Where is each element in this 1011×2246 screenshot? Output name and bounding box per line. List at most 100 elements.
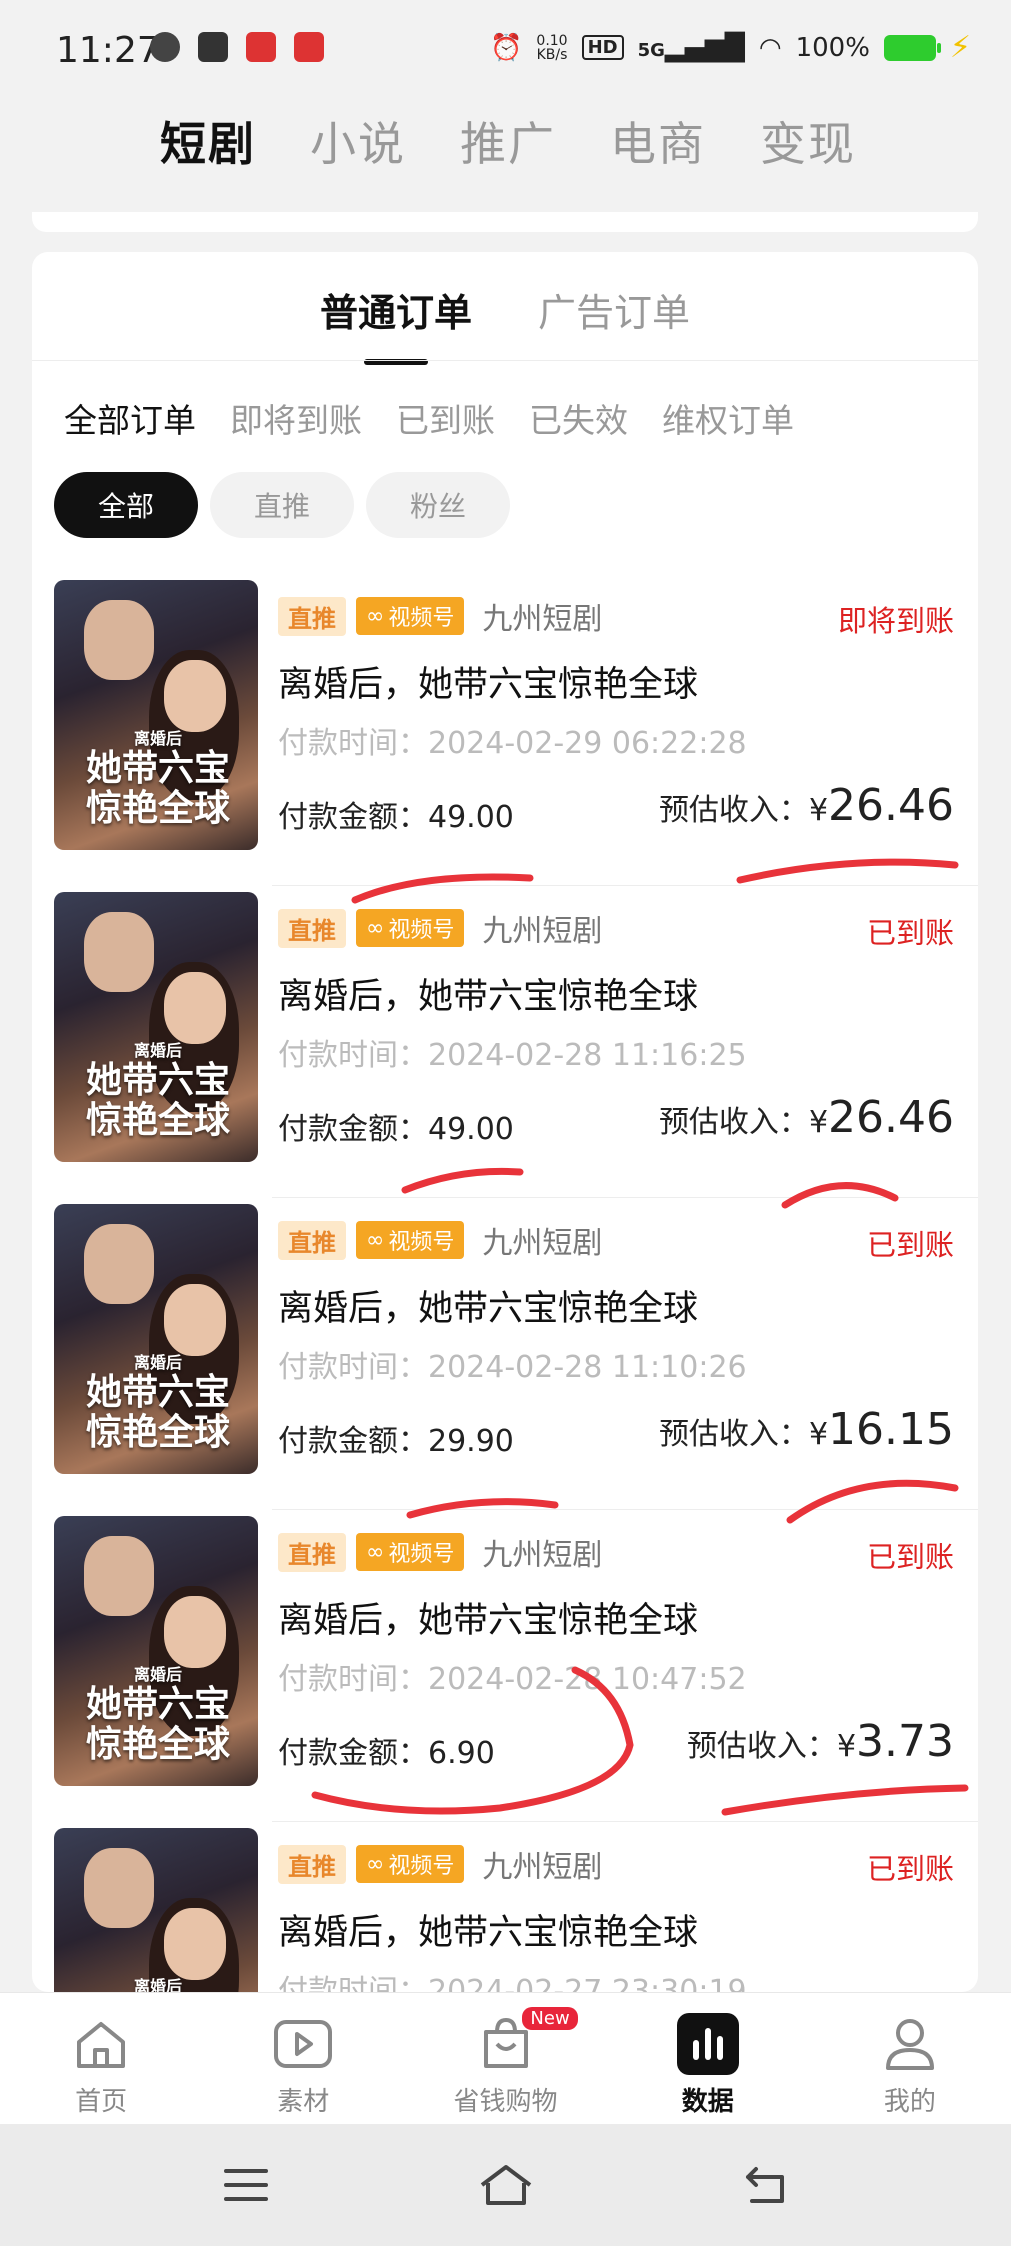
status-filter-tab[interactable]: 已到账 [396,394,495,442]
nav-label: 素材 [277,2087,330,2117]
drama-poster: 离婚后她带六宝惊艳全球 [54,580,258,850]
back-icon[interactable] [736,2155,796,2215]
poster-subtitle: 离婚后 [133,1041,182,1060]
pay-time-value: 2024-02-27 23:30:19 [428,1974,747,1992]
order-row[interactable]: 离婚后她带六宝惊艳全球直推∞视频号九州短剧已到账离婚后，她带六宝惊艳全球付款时间… [32,886,978,1198]
status-filter-tab[interactable]: 即将到账 [230,394,362,442]
poster-subtitle: 离婚后 [133,1977,182,1993]
home-icon [70,2013,132,2075]
poster-figure [84,912,154,992]
order-title: 离婚后，她带六宝惊艳全球 [278,1289,699,1329]
pay-time-value: 2024-02-28 10:47:52 [428,1662,747,1697]
pay-amount-label: 付款金额： [278,800,428,835]
channel-label: 视频号 [388,1542,455,1567]
top-tab[interactable]: 小说 [310,108,406,174]
filter-pill[interactable]: 直推 [210,472,354,538]
filter-pill[interactable]: 粉丝 [366,472,510,538]
nav-label: 首页 [75,2087,128,2117]
pay-time: 付款时间：2024-02-28 11:16:25 [278,1030,747,1074]
income-label: 预估收入： [658,1417,809,1452]
poster-subtitle: 离婚后 [133,729,182,748]
poster-figure [84,1224,154,1304]
poster-figure [164,1596,226,1668]
nav-item[interactable]: New 省钱购物 [404,1993,606,2124]
channel-label: 视频号 [388,606,455,631]
top-tab[interactable]: 电商 [610,108,706,174]
order-title: 离婚后，她带六宝惊艳全球 [278,1913,699,1953]
new-badge: New [522,2007,578,2030]
top-tab[interactable]: 变现 [760,108,856,174]
pay-time-label: 付款时间： [278,1350,428,1385]
channel-label: 视频号 [388,1854,455,1879]
source-name: 九州短剧 [482,1538,603,1573]
poster-title: 离婚后她带六宝惊艳全球 [68,1353,248,1453]
data-chart-icon [676,2013,739,2075]
order-row[interactable]: 离婚后她带六宝惊艳全球直推∞视频号九州短剧已到账离婚后，她带六宝惊艳全球付款时间… [32,1198,978,1510]
status-filter-tab[interactable]: 已失效 [529,394,628,442]
direct-tag: 直推 [278,908,346,948]
top-tab[interactable]: 推广 [460,108,556,174]
source-name: 九州短剧 [482,602,603,637]
bottom-nav: 首页 素材 New 省钱购物 数据 我的 [0,1992,1011,2124]
order-title: 离婚后，她带六宝惊艳全球 [278,1601,699,1641]
channel-tag: ∞ 视频号 [356,1533,465,1571]
poster-subtitle: 离婚后 [133,1665,182,1684]
nav-item[interactable]: 数据 [607,1993,809,2124]
order-title: 离婚后，她带六宝惊艳全球 [278,977,699,1017]
poster-title-line: 她带六宝 [85,1683,230,1725]
tag-row: 直推 ∞ 视频号 九州短剧 [278,906,602,950]
play-icon [272,2013,334,2075]
estimated-income: 预估收入：¥26.46 [659,1092,954,1143]
nav-item[interactable]: 素材 [202,1993,404,2124]
system-nav [0,2124,1011,2246]
pay-amount: 付款金额：49.00 [278,1104,514,1148]
status-filter-tab[interactable]: 维权订单 [662,394,794,442]
order-type-tab[interactable]: 普通订单 [320,282,472,361]
source-name: 九州短剧 [482,1850,603,1885]
direct-tag: 直推 [278,596,346,636]
poster-figure [84,1536,154,1616]
top-tab[interactable]: 短剧 [160,108,256,174]
income-value: 26.46 [828,780,954,831]
order-title: 离婚后，她带六宝惊艳全球 [278,665,699,705]
pay-amount-label: 付款金额： [278,1112,428,1147]
audience-pills: 全部 直推 粉丝 [54,472,510,538]
direct-tag: 直推 [278,1844,346,1884]
pay-time: 付款时间：2024-02-28 11:10:26 [278,1342,747,1386]
currency-symbol: ¥ [808,1417,829,1452]
order-list: 离婚后 她带六宝 惊艳全球 直推 ∞ 视频号 九州短剧 即将到账 离婚后，她带六宝惊艳全球 付款时… [32,574,978,1992]
battery-percent: 100% [795,32,870,63]
tag-row: 直推 ∞ 视频号 九州短剧 [278,594,602,638]
income-label: 预估收入： [658,793,809,828]
pay-time: 付款时间：2024-02-27 23:30:19 [278,1966,747,1992]
nav-item[interactable]: 首页 [0,1993,202,2124]
filter-pill[interactable]: 全部 [54,472,198,538]
poster-title-line: 她带六宝 [85,1371,230,1413]
channel-label: 视频号 [388,1230,455,1255]
order-row[interactable]: 离婚后她带六宝惊艳全球直推∞视频号九州短剧已到账离婚后，她带六宝惊艳全球付款时间… [32,1510,978,1822]
nav-item[interactable]: 我的 [809,1993,1011,2124]
order-type-tab[interactable]: 广告订单 [538,282,690,361]
pay-time-value: 2024-02-29 06:22:28 [428,726,747,761]
video-channel-icon: ∞ [366,1851,385,1877]
order-status: 已到账 [866,1228,954,1262]
pay-amount-value: 29.90 [428,1424,514,1459]
poster-figure [164,660,226,732]
currency-symbol: ¥ [808,793,829,828]
menu-icon[interactable] [216,2155,276,2215]
alarm-icon: ⏰ [490,32,523,63]
order-row[interactable]: 离婚后她带六宝惊艳全球直推∞视频号九州短剧已到账离婚后，她带六宝惊艳全球付款时间… [32,1822,978,1992]
order-row[interactable]: 离婚后 她带六宝 惊艳全球 直推 ∞ 视频号 九州短剧 即将到账 离婚后，她带六宝惊艳全球 付款时… [32,574,978,886]
order-status: 已到账 [866,1540,954,1574]
status-filter-tab[interactable]: 全部订单 [64,394,196,442]
home-system-icon[interactable] [476,2155,536,2215]
nav-label: 省钱购物 [453,2087,558,2117]
poster-figure [84,1848,154,1928]
pay-time: 付款时间：2024-02-29 06:22:28 [278,718,747,762]
direct-tag: 直推 [278,1220,346,1260]
pay-time-label: 付款时间： [278,1038,428,1073]
app-icon [294,32,324,62]
pay-time-label: 付款时间： [278,726,428,761]
nav-label: 我的 [883,2087,936,2117]
poster-subtitle: 离婚后 [133,1353,182,1372]
